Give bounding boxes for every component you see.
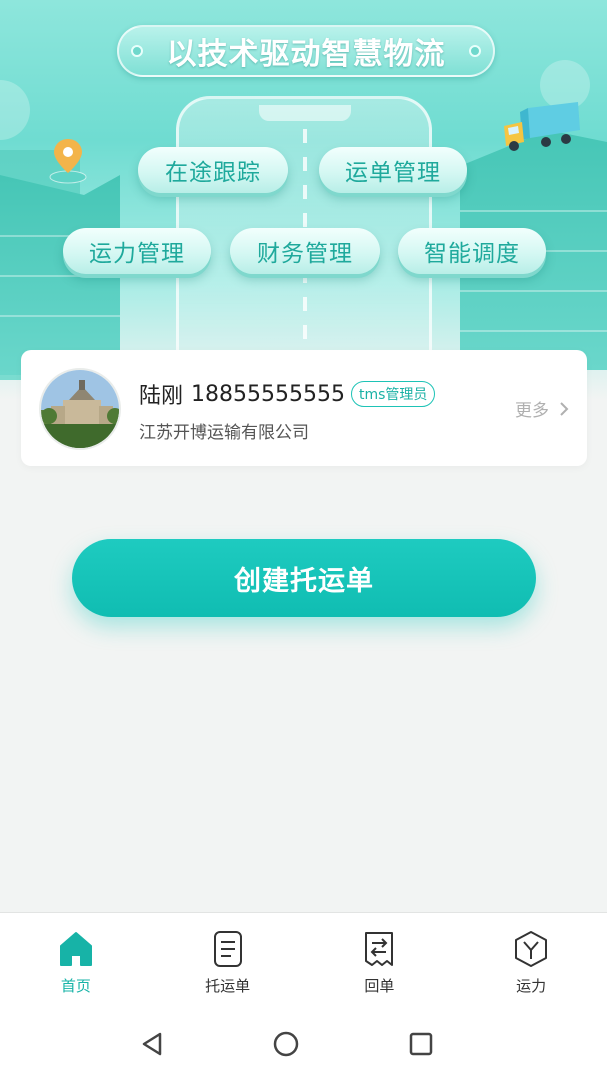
feature-finance-management[interactable]: 财务管理 (230, 228, 380, 274)
decor-bubble (0, 80, 30, 140)
user-name: 陆刚 (139, 384, 184, 409)
feature-waybill-management[interactable]: 运单管理 (319, 147, 467, 193)
document-icon (213, 931, 242, 967)
user-name-line: 陆刚 18855555555 tms管理员 (139, 378, 436, 410)
tab-capacity[interactable]: 运力 (455, 913, 607, 1008)
create-waybill-button[interactable]: 创建托运单 (72, 539, 536, 617)
feature-in-transit-tracking[interactable]: 在途跟踪 (138, 147, 288, 193)
recents-icon[interactable] (407, 1030, 435, 1058)
chevron-right-icon (560, 401, 569, 416)
feature-capacity-management[interactable]: 运力管理 (63, 228, 211, 274)
location-pin-icon (49, 139, 87, 184)
feature-smart-dispatch[interactable]: 智能调度 (398, 228, 546, 274)
user-phone: 18855555555 (191, 381, 345, 407)
avatar (39, 368, 121, 450)
tab-waybill[interactable]: 托运单 (152, 913, 304, 1008)
receipt-icon (365, 932, 394, 966)
tab-label: 运力 (516, 977, 547, 995)
more-label: 更多 (515, 401, 549, 421)
decor-dot (469, 45, 481, 57)
capacity-icon (515, 931, 548, 967)
system-navigation-bar (0, 1008, 607, 1080)
home-button-icon[interactable] (272, 1030, 300, 1058)
banner-slogan: 以技术驱动智慧物流 (117, 25, 495, 77)
truck-icon (504, 102, 580, 151)
bottom-tab-bar: 首页 托运单 回单 运力 (0, 912, 607, 1008)
home-icon (59, 932, 92, 966)
decor-dot (131, 45, 143, 57)
tab-receipt[interactable]: 回单 (304, 913, 456, 1008)
user-card[interactable]: 陆刚 18855555555 tms管理员 江苏开博运输有限公司 更多 (21, 350, 587, 466)
tab-label: 首页 (60, 977, 91, 995)
more-link[interactable]: 更多 (515, 396, 569, 421)
hero-banner: 以技术驱动智慧物流 在途跟踪 运单管理 运力管理 财务管理 智能调度 (0, 0, 607, 400)
slogan-text: 以技术驱动智慧物流 (166, 37, 446, 72)
tab-label: 托运单 (205, 977, 251, 995)
company-name: 江苏开博运输有限公司 (139, 423, 309, 443)
building-left (0, 175, 120, 375)
tab-home[interactable]: 首页 (0, 913, 152, 1008)
tab-label: 回单 (364, 977, 395, 995)
back-icon[interactable] (138, 1030, 166, 1058)
role-badge: tms管理员 (350, 381, 436, 407)
